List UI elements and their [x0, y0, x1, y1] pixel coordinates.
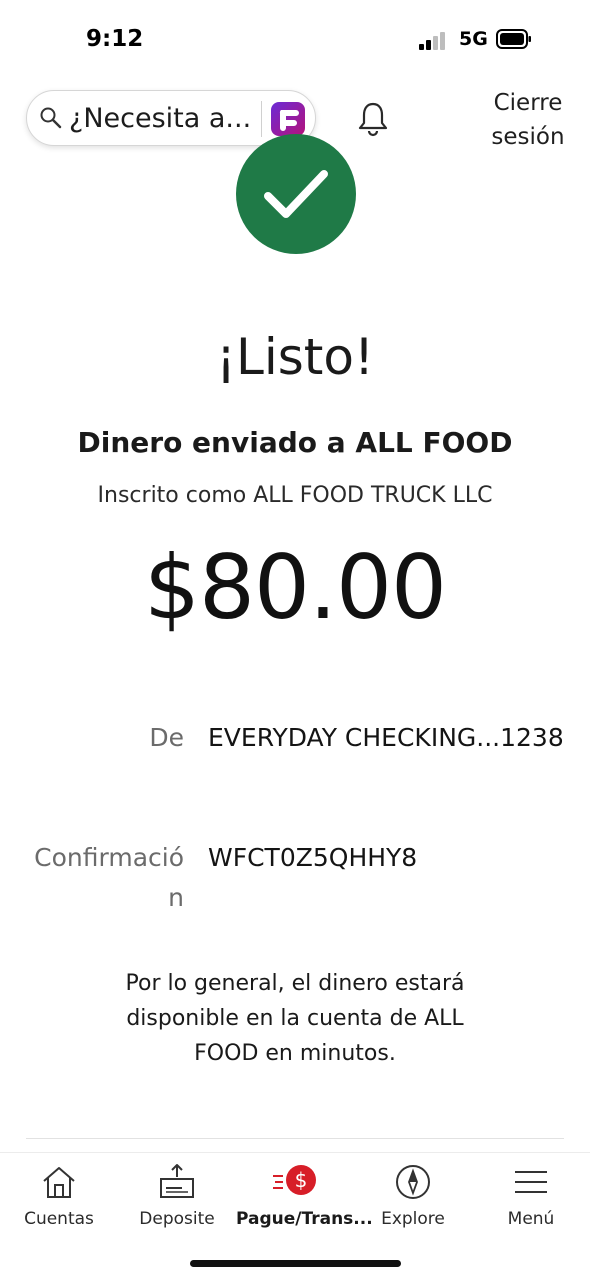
status-time: 9:12: [86, 26, 144, 52]
confirmation-number: WFCT0Z5QHHY8: [208, 843, 418, 872]
tab-label: Menú: [507, 1209, 555, 1229]
success-checkmark-icon: [236, 134, 356, 254]
tab-deposite[interactable]: Deposite: [118, 1163, 236, 1243]
recipient-title: Dinero enviado a ALL FOOD: [77, 426, 513, 459]
menu-icon: [515, 1171, 547, 1193]
tab-label: Pague/Trans...: [236, 1209, 373, 1229]
transfer-amount: $80.00: [144, 536, 447, 639]
bell-icon[interactable]: [356, 100, 390, 138]
tab-menu[interactable]: Menú: [472, 1163, 590, 1243]
svg-text:$: $: [295, 1168, 308, 1192]
compass-icon: [396, 1165, 430, 1199]
tab-explore[interactable]: Explore: [354, 1163, 472, 1243]
content-divider: [26, 1138, 564, 1139]
availability-note: Por lo general, el dinero estará disponi…: [125, 971, 465, 1066]
tab-pague-transfiera[interactable]: $ Pague/Trans...: [236, 1163, 373, 1243]
battery-icon: [496, 29, 531, 49]
tab-label: Explore: [381, 1209, 445, 1229]
network-type: 5G: [459, 28, 488, 50]
from-account-value: EVERYDAY CHECKING...1238: [208, 723, 564, 752]
fargo-assistant-icon[interactable]: [271, 102, 305, 136]
pay-transfer-icon: $: [273, 1165, 316, 1195]
tab-cuentas[interactable]: Cuentas: [0, 1163, 118, 1243]
success-headline: ¡Listo!: [215, 328, 375, 386]
tab-label: Cuentas: [24, 1209, 94, 1229]
enrolled-name: Inscrito como ALL FOOD TRUCK LLC: [97, 483, 493, 508]
cellular-signal-icon: [419, 30, 451, 50]
logout-button[interactable]: Cierre sesión: [480, 86, 576, 154]
confirmation-label: Confirmación: [34, 843, 184, 912]
search-icon: [40, 107, 62, 129]
home-icon: [43, 1167, 75, 1198]
status-bar: 9:12 5G: [0, 0, 590, 80]
search-divider: [261, 101, 262, 137]
deposit-icon: [160, 1164, 194, 1198]
from-label: De: [149, 723, 184, 752]
tab-label: Deposite: [139, 1209, 215, 1229]
home-indicator[interactable]: [190, 1260, 401, 1267]
search-input[interactable]: ¿Necesita a...: [69, 103, 285, 134]
